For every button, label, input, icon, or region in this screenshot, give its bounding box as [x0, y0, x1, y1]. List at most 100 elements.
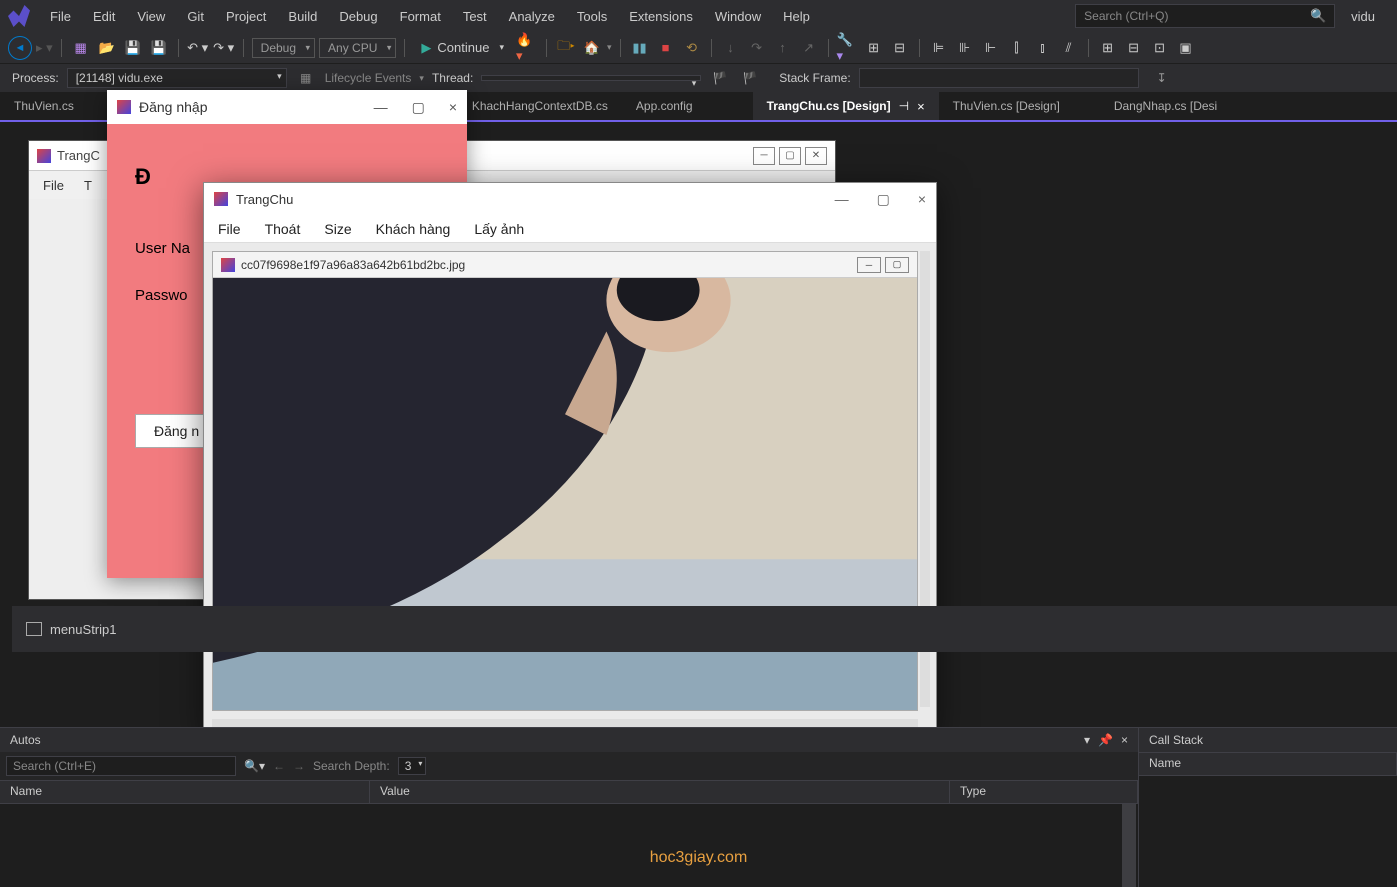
hot-reload-icon[interactable]: 🔥▾ [516, 37, 538, 59]
menu-debug[interactable]: Debug [329, 5, 387, 28]
close-icon[interactable]: × [917, 99, 925, 114]
menu-git[interactable]: Git [177, 5, 214, 28]
align-icon[interactable]: ⊟ [1123, 37, 1145, 59]
align-icon[interactable]: ⫿ [1006, 37, 1028, 59]
undo-icon[interactable]: ↶ ▾ [187, 37, 209, 59]
nav-forward-icon[interactable]: → [293, 759, 305, 773]
tab-appconfig[interactable]: App.config [622, 92, 753, 120]
tab-trangchu-design[interactable]: TrangChu.cs [Design]⊣× [753, 92, 939, 120]
menu-extensions[interactable]: Extensions [619, 5, 703, 28]
tray-item-menustrip[interactable]: menuStrip1 [50, 622, 116, 637]
align-icon[interactable]: ⊩ [980, 37, 1002, 59]
global-search[interactable]: 🔍 [1075, 4, 1335, 28]
menu-help[interactable]: Help [773, 5, 820, 28]
menu-size[interactable]: Size [324, 221, 351, 237]
close-icon[interactable]: ✕ [805, 147, 827, 165]
nav-back-button[interactable]: ◄ [8, 36, 32, 60]
step-over-icon[interactable]: ↷ [746, 37, 768, 59]
menu-window[interactable]: Window [705, 5, 771, 28]
menu-file[interactable]: File [218, 221, 241, 237]
menu-item[interactable]: T [84, 178, 92, 193]
minimize-icon[interactable]: ─ [857, 257, 881, 273]
flag-icon[interactable]: 🏴 [709, 67, 731, 89]
align-icon[interactable]: ⊡ [1149, 37, 1171, 59]
pin-icon[interactable]: 📌 [1098, 733, 1113, 747]
step-icon[interactable]: ↗ [798, 37, 820, 59]
menu-thoat[interactable]: Thoát [265, 221, 301, 237]
lifecycle-label[interactable]: Lifecycle Events [325, 71, 412, 85]
save-all-icon[interactable]: 💾 [148, 37, 170, 59]
dropdown-icon[interactable]: ▾ [1084, 733, 1090, 747]
process-dropdown[interactable]: [21148] vidu.exe [67, 68, 287, 88]
browse-icon[interactable]: 🗀▸ [555, 37, 577, 59]
thread-dropdown[interactable] [481, 75, 701, 81]
tool-icon[interactable]: ⊟ [889, 37, 911, 59]
find-file-icon[interactable]: 🏠 [581, 37, 603, 59]
new-project-icon[interactable]: ▦ [70, 37, 92, 59]
nav-forward-button[interactable]: ▸ ▾ [36, 40, 53, 56]
close-icon[interactable]: × [918, 191, 926, 208]
continue-button[interactable]: ▶Continue▾ [413, 38, 512, 58]
stackframe-dropdown[interactable] [859, 68, 1139, 88]
maximize-icon[interactable]: ▢ [412, 99, 425, 116]
menu-analyze[interactable]: Analyze [499, 5, 565, 28]
minimize-icon[interactable]: ─ [753, 147, 775, 165]
maximize-icon[interactable]: ▢ [877, 191, 890, 208]
config-dropdown[interactable]: Debug [252, 38, 315, 58]
menu-view[interactable]: View [127, 5, 175, 28]
search-icon[interactable]: 🔍▾ [244, 759, 265, 773]
close-icon[interactable]: × [449, 99, 457, 116]
align-icon[interactable]: ⫽ [1058, 37, 1080, 59]
redo-icon[interactable]: ↷ ▾ [213, 37, 235, 59]
wrench-icon[interactable]: 🔧▾ [837, 37, 859, 59]
menu-layanh[interactable]: Lấy ảnh [474, 221, 524, 237]
align-icon[interactable]: ⫾ [1032, 37, 1054, 59]
restart-icon[interactable]: ⟲ [681, 37, 703, 59]
lifecycle-icon[interactable]: ▦ [295, 67, 317, 89]
align-icon[interactable]: ⊞ [1097, 37, 1119, 59]
align-icon[interactable]: ⊪ [954, 37, 976, 59]
menu-file[interactable]: File [43, 178, 64, 193]
depth-dropdown[interactable]: 3 [398, 757, 427, 775]
stop-icon[interactable]: ■ [655, 37, 677, 59]
trangchu-running-window[interactable]: TrangChu — ▢ × File Thoát Size Khách hàn… [203, 182, 937, 736]
minimize-icon[interactable]: — [374, 99, 388, 116]
dropdown-icon[interactable]: ▾ [607, 42, 612, 53]
nav-back-icon[interactable]: ← [273, 759, 285, 773]
tab-thuvien[interactable]: ThuVien.cs [0, 92, 88, 120]
menu-tools[interactable]: Tools [567, 5, 617, 28]
menu-test[interactable]: Test [453, 5, 497, 28]
pin-icon[interactable]: ⊣ [899, 99, 909, 113]
tool-icon[interactable]: ⊞ [863, 37, 885, 59]
global-search-input[interactable] [1084, 9, 1310, 23]
step-into-icon[interactable]: ↓ [720, 37, 742, 59]
flag-icon[interactable]: 🏴 [739, 67, 761, 89]
menu-project[interactable]: Project [216, 5, 276, 28]
col-type[interactable]: Type [950, 781, 1138, 803]
col-value[interactable]: Value [370, 781, 950, 803]
autos-search-input[interactable] [6, 756, 236, 776]
platform-dropdown[interactable]: Any CPU [319, 38, 396, 58]
align-icon[interactable]: ▣ [1175, 37, 1197, 59]
tab-khachhangcontext[interactable]: KhachHangContextDB.cs [458, 92, 622, 120]
menu-format[interactable]: Format [390, 5, 451, 28]
chevron-down-icon[interactable]: ↧ [1157, 71, 1167, 85]
tab-dangnhap-design[interactable]: DangNhap.cs [Desi [1100, 92, 1231, 120]
menu-build[interactable]: Build [278, 5, 327, 28]
close-icon[interactable]: × [1121, 733, 1128, 747]
minimize-icon[interactable]: — [835, 191, 849, 208]
maximize-icon[interactable]: ▢ [779, 147, 801, 165]
pause-icon[interactable]: ▮▮ [629, 37, 651, 59]
tab-thuvien-design[interactable]: ThuVien.cs [Design] [939, 92, 1100, 120]
open-file-icon[interactable]: 📂 [96, 37, 118, 59]
menu-edit[interactable]: Edit [83, 5, 125, 28]
save-icon[interactable]: 💾 [122, 37, 144, 59]
user-label[interactable]: vidu [1337, 9, 1389, 24]
step-out-icon[interactable]: ↑ [772, 37, 794, 59]
maximize-icon[interactable]: ▢ [885, 257, 909, 273]
col-name[interactable]: Name [1139, 753, 1397, 775]
align-icon[interactable]: ⊫ [928, 37, 950, 59]
col-name[interactable]: Name [0, 781, 370, 803]
vertical-scrollbar[interactable] [1122, 804, 1136, 887]
menu-khachhang[interactable]: Khách hàng [376, 221, 451, 237]
